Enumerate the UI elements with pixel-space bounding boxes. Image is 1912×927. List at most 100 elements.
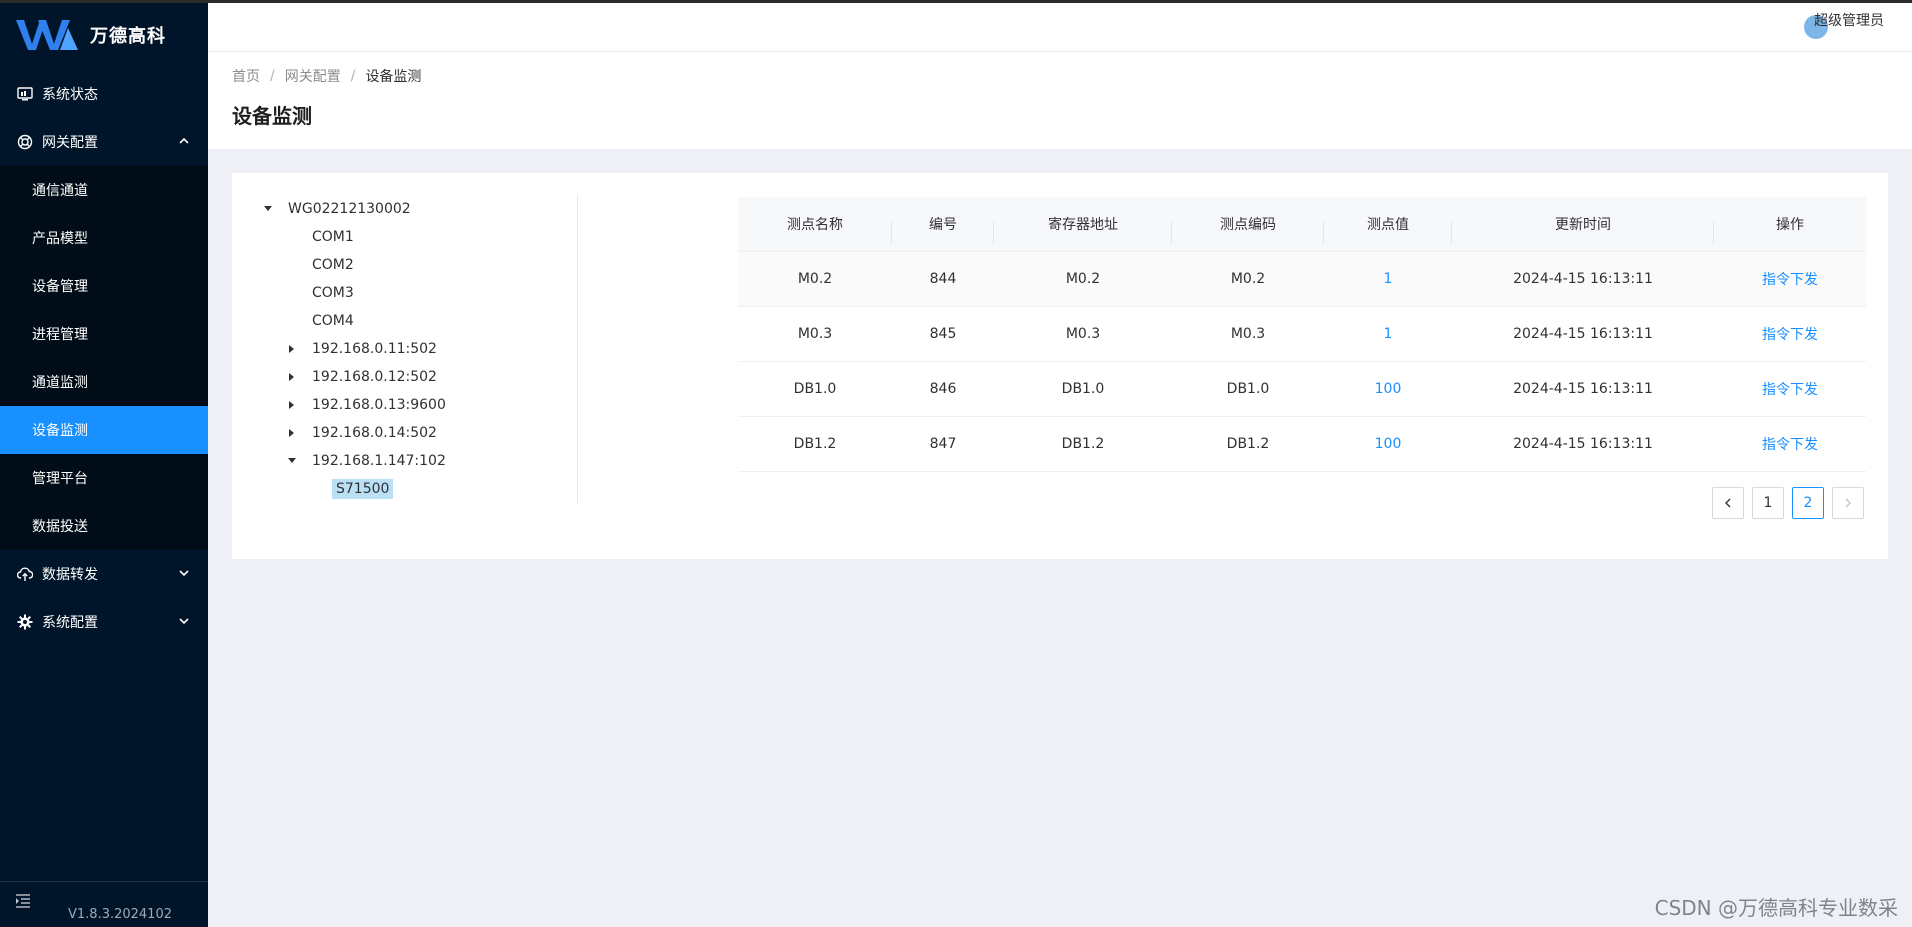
cell-number: 847 [929,436,957,452]
brand[interactable]: 万德高科 [0,0,208,70]
sidebar-item-management-platform[interactable]: 管理平台 [0,454,208,502]
caret-down-icon[interactable] [262,203,274,215]
tree-node-ip-expanded[interactable]: 192.168.1.147:102 [262,447,562,475]
monitor-table: 测点名称 编号 寄存器地址 测点编码 测点值 更新时间 操作 M0.2 844 … [738,197,1866,472]
chevron-left-icon [1725,498,1731,508]
column-header: 操作 [1776,217,1804,233]
cell-point-code: DB1.0 [1226,381,1270,397]
table-row: DB1.0 846 DB1.0 DB1.0 100 2024-4-15 16:1… [738,362,1866,417]
send-command-link[interactable]: 指令下发 [1714,324,1866,344]
breadcrumb-parent[interactable]: 网关配置 [285,66,341,86]
breadcrumb-home[interactable]: 首页 [232,66,260,86]
column-header: 更新时间 [1452,214,1714,244]
cell-update-time: 2024-4-15 16:13:11 [1513,381,1653,397]
send-command-link[interactable]: 指令下发 [1714,269,1866,289]
chevron-down-icon [179,618,189,625]
submenu-gateway-config: 通信通道 产品模型 设备管理 进程管理 通道监测 设备监测 管理平台 数据投送 [0,166,208,550]
menu-item-label: 数据转发 [42,567,98,583]
monitor-icon [16,85,34,103]
brand-name: 万德高科 [90,26,166,47]
username[interactable]: 超级管理员 [1814,10,1884,30]
tree-node-port[interactable]: COM1 [262,223,562,251]
table-row: DB1.2 847 DB1.2 DB1.2 100 2024-4-15 16:1… [738,417,1866,472]
tree-node-root[interactable]: WG02212130002 [262,195,562,223]
sidebar-item-device-management[interactable]: 设备管理 [0,262,208,310]
device-tree: WG02212130002 COM1 COM2 COM3 COM4 192.16… [262,195,562,503]
column-header: 测点编码 [1172,214,1324,244]
sidebar-footer: V1.8.3.2024102 [0,881,208,927]
cell-register-address: DB1.2 [1061,436,1105,452]
lifebuoy-icon [16,133,34,151]
caret-right-icon[interactable] [286,427,298,439]
breadcrumb-separator: / [350,68,356,84]
sidebar-item-data-delivery[interactable]: 数据投送 [0,502,208,550]
cell-point-code: DB1.2 [1226,436,1270,452]
table-header: 测点名称 编号 寄存器地址 测点编码 测点值 更新时间 操作 [738,197,1866,252]
menu-item-label: 网关配置 [42,135,98,151]
page-title: 设备监测 [232,104,312,128]
table-row: M0.3 845 M0.3 M0.3 1 2024-4-15 16:13:11 … [738,307,1866,362]
version-text: V1.8.3.2024102 [68,907,172,922]
caret-right-icon[interactable] [286,343,298,355]
window-top-border [0,0,1912,3]
cell-register-address: M0.2 [1065,271,1101,287]
caret-down-icon[interactable] [286,455,298,467]
cell-register-address: DB1.0 [1061,381,1105,397]
page-button-current[interactable]: 2 [1792,487,1824,519]
watermark: CSDN @万德高科专业数采 [1654,896,1898,920]
sidebar-item-device-monitor[interactable]: 设备监测 [0,406,208,454]
device-monitor-card: WG02212130002 COM1 COM2 COM3 COM4 192.16… [232,173,1888,559]
cell-point-value[interactable]: 1 [1324,271,1452,287]
menu-item-data-forward[interactable]: 数据转发 [0,550,208,598]
column-header: 编号 [892,214,994,244]
sidebar-item-process-management[interactable]: 进程管理 [0,310,208,358]
tree-node-ip[interactable]: 192.168.0.12:502 [262,363,562,391]
column-header: 寄存器地址 [994,214,1172,244]
cell-update-time: 2024-4-15 16:13:11 [1513,436,1653,452]
menu-item-label: 系统配置 [42,615,98,631]
tree-node-device-selected[interactable]: S71500 [262,475,562,503]
cell-point-code: M0.2 [1230,271,1266,287]
cell-number: 846 [929,381,957,397]
page-button[interactable]: 1 [1752,487,1784,519]
table-row: M0.2 844 M0.2 M0.2 1 2024-4-15 16:13:11 … [738,252,1866,307]
tree-node-port[interactable]: COM3 [262,279,562,307]
menu-item-gateway-config[interactable]: 网关配置 [0,118,208,166]
sidebar-item-comm-channel[interactable]: 通信通道 [0,166,208,214]
sidebar-item-channel-monitor[interactable]: 通道监测 [0,358,208,406]
tree-node-port[interactable]: COM2 [262,251,562,279]
sidebar: 万德高科 系统状态 网关配置 通信通道 产品模型 设备管理 进程管理 通道监测 … [0,0,208,927]
menu-item-system-config[interactable]: 系统配置 [0,598,208,646]
cell-register-address: M0.3 [1065,326,1101,342]
sidebar-item-product-model[interactable]: 产品模型 [0,214,208,262]
cell-point-name: DB1.0 [793,381,837,397]
caret-right-icon[interactable] [286,371,298,383]
tree-node-ip[interactable]: 192.168.0.13:9600 [262,391,562,419]
send-command-link[interactable]: 指令下发 [1714,434,1866,454]
next-page-button[interactable] [1832,487,1864,519]
menu-fold-icon[interactable] [15,894,31,908]
cell-update-time: 2024-4-15 16:13:11 [1513,271,1653,287]
pagination: 1 2 [1712,487,1864,519]
cell-point-value[interactable]: 100 [1324,381,1452,397]
tree-node-ip[interactable]: 192.168.0.11:502 [262,335,562,363]
menu-item-system-status[interactable]: 系统状态 [0,70,208,118]
column-header: 测点名称 [738,214,892,244]
cell-point-code: M0.3 [1230,326,1266,342]
cell-point-value[interactable]: 100 [1324,436,1452,452]
gear-icon [16,613,34,631]
top-header: 超级管理员 [208,0,1912,52]
chevron-down-icon [179,570,189,577]
cloud-upload-icon [16,565,34,583]
prev-page-button[interactable] [1712,487,1744,519]
chevron-right-icon [1845,498,1851,508]
tree-node-ip[interactable]: 192.168.0.14:502 [262,419,562,447]
cell-point-name: DB1.2 [793,436,837,452]
cell-number: 845 [929,326,957,342]
caret-right-icon[interactable] [286,399,298,411]
cell-number: 844 [929,271,957,287]
tree-node-port[interactable]: COM4 [262,307,562,335]
send-command-link[interactable]: 指令下发 [1714,379,1866,399]
cell-point-name: M0.3 [797,326,833,342]
cell-point-value[interactable]: 1 [1324,326,1452,342]
